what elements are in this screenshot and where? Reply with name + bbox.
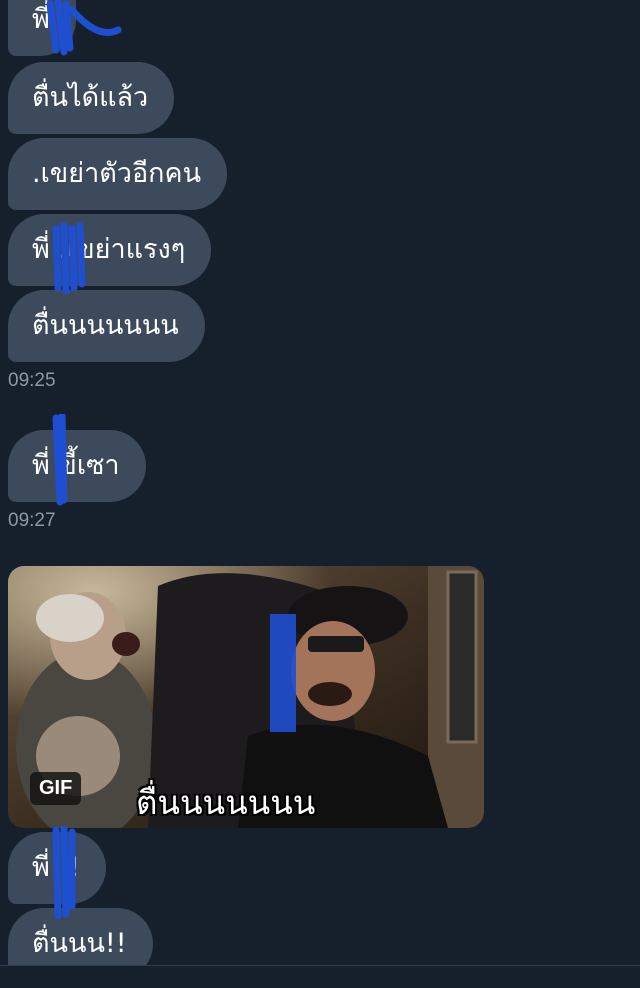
chat-thread: พี่ ตื่นได้แล้ว .เขย่าตัวอีกคน พี่ .เขย่… xyxy=(0,0,640,988)
message-bubble[interactable]: พี่ .เขย่าแรงๆ xyxy=(8,214,212,286)
message-text: ตื่นได้แล้ว xyxy=(32,82,149,113)
composer-bar[interactable] xyxy=(0,965,640,988)
message-text: .เขย่าตัวอีกคน xyxy=(32,158,202,189)
message-bubble[interactable]: ตื่นได้แล้ว xyxy=(8,62,175,134)
message-bubble[interactable]: พี่ xyxy=(8,0,76,56)
message-bubble[interactable]: ตื่นนนนนนน xyxy=(8,290,205,362)
message-timestamp: 09:25 xyxy=(8,370,56,391)
gif-badge: GIF xyxy=(30,772,82,805)
message-bubble[interactable]: พี่ ขี้เซา xyxy=(8,430,146,502)
gif-message[interactable]: GIF ตื่นนนนนนน xyxy=(8,566,484,828)
message-timestamp: 09:27 xyxy=(8,510,56,531)
message-text: พี่ .เขย่าแรงๆ xyxy=(32,234,186,265)
message-bubble[interactable]: .เขย่าตัวอีกคน xyxy=(8,138,228,210)
message-bubble[interactable]: พี่ !! xyxy=(8,832,107,904)
message-text: พี่ xyxy=(32,4,50,35)
message-text: พี่ ขี้เซา xyxy=(32,450,120,481)
message-text: ตื่นนนนนนน xyxy=(32,310,179,341)
message-text: ตื่นนน!! xyxy=(32,928,127,959)
message-text: พี่ !! xyxy=(32,852,81,883)
gif-caption: ตื่นนนนนนน xyxy=(136,783,316,822)
